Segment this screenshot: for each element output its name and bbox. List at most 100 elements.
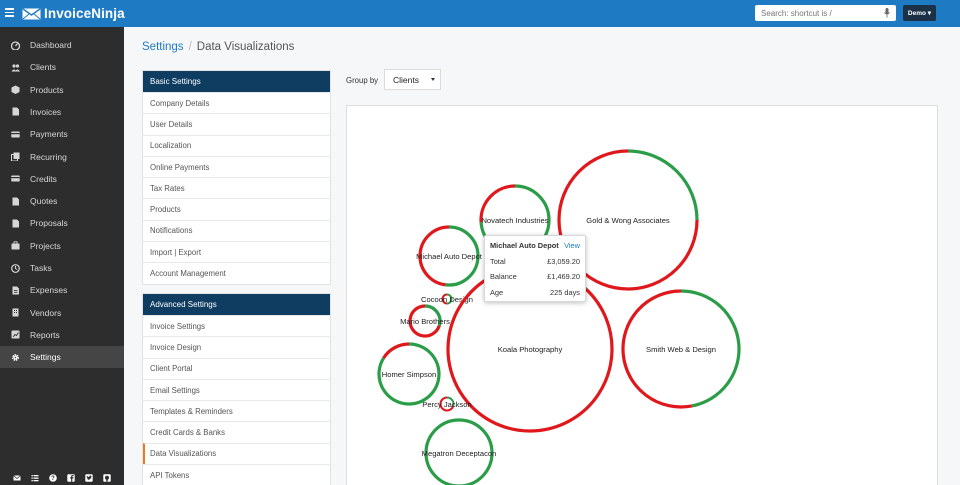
tooltip-row-total: Total £3,059.20: [490, 257, 580, 267]
sidebar-item-label: Invoices: [30, 106, 62, 117]
bubble-chart-svg: Gold & Wong Associates Novatech Industrie…: [377, 149, 741, 485]
app-logo[interactable]: InvoiceNinja: [22, 6, 125, 21]
bubble-label: Michael Auto Depot: [416, 252, 483, 261]
settings-link-import-export[interactable]: Import | Export: [143, 241, 330, 262]
file-icon: [11, 107, 20, 116]
sidebar-item-recurring[interactable]: Recurring: [0, 146, 124, 168]
briefcase-icon: [11, 241, 20, 250]
user-menu-button[interactable]: Demo ▾: [903, 5, 936, 21]
bubble-label: Novatech Industries: [481, 216, 548, 225]
settings-link-user-details[interactable]: User Details: [143, 113, 330, 134]
chart-icon: [11, 330, 20, 339]
settings-link-credit-cards-banks[interactable]: Credit Cards & Banks: [143, 421, 330, 442]
breadcrumb: Settings / Data Visualizations: [142, 41, 294, 53]
bubble-label: Homer Simpson: [382, 370, 436, 379]
settings-link-invoice-settings[interactable]: Invoice Settings: [143, 315, 330, 336]
search-box[interactable]: [755, 5, 896, 21]
help-icon[interactable]: ?: [49, 474, 57, 482]
bubble-smith-web-design[interactable]: Smith Web & Design: [621, 289, 741, 409]
sidebar-item-payments[interactable]: Payments: [0, 123, 124, 145]
bubble-chart: Gold & Wong Associates Novatech Industrie…: [346, 105, 938, 485]
client-tooltip: Michael Auto Depot View Total £3,059.20 …: [484, 235, 586, 302]
sidebar-item-label: Tasks: [30, 263, 52, 273]
tooltip-label: Balance: [490, 272, 517, 281]
svg-text:?: ?: [51, 476, 55, 482]
tooltip-title: Michael Auto Depot: [490, 241, 559, 250]
advanced-settings-header: Advanced Settings: [143, 294, 330, 315]
bubble-label: Mario Brothers: [400, 317, 450, 326]
bubble-mario-brothers[interactable]: Mario Brothers: [400, 304, 450, 338]
sidebar-item-label: Proposals: [30, 218, 68, 229]
settings-link-templates-reminders[interactable]: Templates & Reminders: [143, 400, 330, 421]
sidebar-item-label: Recurring: [30, 151, 67, 162]
clock-icon: [11, 263, 20, 273]
sidebar-item-label: Dashboard: [30, 40, 72, 50]
sidebar-item-vendors[interactable]: Vendors: [0, 302, 124, 324]
envelope-logo-icon: [22, 7, 41, 19]
tooltip-label: Total: [490, 257, 506, 266]
settings-link-company-details[interactable]: Company Details: [143, 92, 330, 113]
settings-link-invoice-design[interactable]: Invoice Design: [143, 336, 330, 357]
sidebar-item-clients[interactable]: Clients: [0, 56, 124, 78]
sidebar-footer: ?: [0, 471, 124, 485]
group-by-select[interactable]: Clients: [384, 69, 441, 90]
sidebar-item-label: Quotes: [30, 196, 58, 207]
bubble-balance-arc: [382, 342, 410, 359]
tooltip-row-balance: Balance £1,469.20: [490, 272, 580, 282]
sidebar-item-dashboard[interactable]: Dashboard: [0, 34, 124, 56]
tooltip-view-link[interactable]: View: [564, 241, 580, 250]
sidebar-item-products[interactable]: Products: [0, 79, 124, 101]
settings-link-online-payments[interactable]: Online Payments: [143, 155, 330, 177]
settings-link-api-tokens[interactable]: API Tokens: [143, 464, 330, 485]
sidebar-item-proposals[interactable]: Proposals: [0, 212, 124, 234]
group-by-label: Group by: [346, 76, 379, 85]
top-navbar: InvoiceNinja Demo ▾: [0, 0, 960, 27]
sidebar-item-projects[interactable]: Projects: [0, 235, 124, 257]
settings-link-notifications[interactable]: Notifications: [143, 219, 330, 241]
files-icon: [11, 152, 20, 161]
sidebar-item-credits[interactable]: Credits: [0, 168, 124, 190]
users-icon: [11, 63, 20, 72]
sidebar-item-settings[interactable]: Settings: [0, 346, 124, 369]
credit-card-icon: [11, 130, 20, 139]
bubble-percy-jackson[interactable]: Percy Jackson: [422, 396, 472, 412]
basic-settings-panel: Basic Settings Company Details User Detai…: [142, 70, 331, 285]
dashboard-icon: [11, 40, 20, 50]
hamburger-menu-icon[interactable]: [5, 8, 14, 17]
settings-link-email-settings[interactable]: Email Settings: [143, 378, 330, 400]
github-icon[interactable]: [103, 474, 111, 482]
list-icon[interactable]: [31, 474, 39, 482]
sidebar-item-label: Payments: [30, 129, 68, 140]
bubble-michael-auto-depot[interactable]: Michael Auto Depot: [416, 225, 483, 287]
sidebar-item-tasks[interactable]: Tasks: [0, 257, 124, 279]
sidebar-item-expenses[interactable]: Expenses: [0, 279, 124, 301]
settings-link-tax-rates[interactable]: Tax Rates: [143, 177, 330, 198]
settings-link-account-management[interactable]: Account Management: [143, 262, 330, 283]
settings-link-products[interactable]: Products: [143, 198, 330, 219]
settings-link-data-visualizations[interactable]: Data Visualizations: [143, 442, 330, 465]
settings-link-client-portal[interactable]: Client Portal: [143, 357, 330, 379]
facebook-icon[interactable]: [67, 474, 75, 482]
envelope-icon[interactable]: [13, 474, 21, 482]
search-input[interactable]: [755, 5, 875, 21]
tooltip-value: £3,059.20: [547, 257, 580, 266]
sidebar-item-label: Reports: [30, 329, 60, 340]
sidebar-item-invoices[interactable]: Invoices: [0, 101, 124, 123]
breadcrumb-settings-link[interactable]: Settings: [142, 41, 184, 53]
microphone-icon[interactable]: [884, 8, 890, 18]
cube-icon: [11, 85, 20, 95]
tooltip-value: 225 days: [550, 288, 580, 297]
breadcrumb-current: Data Visualizations: [196, 41, 295, 53]
caret-down-icon: [431, 78, 435, 81]
gear-icon: [11, 353, 20, 362]
bubble-megatron-deceptacon[interactable]: Megatron Deceptacon: [422, 418, 497, 485]
sidebar-item-quotes[interactable]: Quotes: [0, 190, 124, 212]
twitter-icon[interactable]: [85, 474, 93, 482]
settings-link-localization[interactable]: Localization: [143, 134, 330, 156]
bubble-label: Smith Web & Design: [646, 345, 716, 354]
sidebar-item-label: Vendors: [30, 307, 62, 318]
bubble-homer-simpson[interactable]: Homer Simpson: [377, 342, 441, 406]
sidebar-item-label: Projects: [30, 240, 61, 251]
sidebar-item-reports[interactable]: Reports: [0, 324, 124, 346]
breadcrumb-separator: /: [188, 41, 192, 53]
